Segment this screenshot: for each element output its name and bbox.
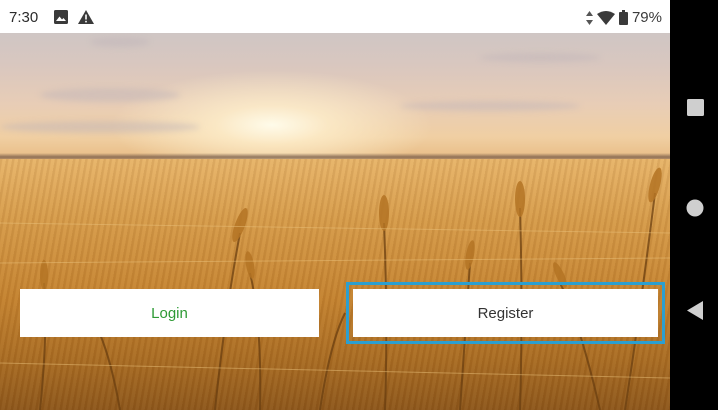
sky-background xyxy=(0,33,670,163)
navigation-bar xyxy=(670,0,718,410)
warning-icon xyxy=(78,10,94,24)
status-notification-icons xyxy=(54,10,94,24)
home-button[interactable] xyxy=(684,197,706,219)
login-button[interactable]: Login xyxy=(20,289,319,337)
app-content: Login Register xyxy=(0,33,670,410)
recents-icon xyxy=(686,98,704,116)
register-button[interactable]: Register xyxy=(353,289,658,337)
status-time: 7:30 xyxy=(9,9,39,26)
device-screen: 7:30 79% Login Register xyxy=(0,0,718,410)
status-system-icons: 79% xyxy=(585,9,662,26)
wifi-icon xyxy=(596,10,615,25)
image-icon xyxy=(54,10,68,24)
data-transfer-icon xyxy=(585,10,593,25)
battery-icon xyxy=(618,10,628,25)
back-icon xyxy=(687,300,703,320)
back-button[interactable] xyxy=(684,299,706,321)
status-bar: 7:30 79% xyxy=(0,0,670,33)
register-focus-outline: Register xyxy=(346,282,665,344)
recents-button[interactable] xyxy=(684,96,706,118)
battery-percent: 79% xyxy=(631,9,662,26)
home-icon xyxy=(686,199,704,217)
